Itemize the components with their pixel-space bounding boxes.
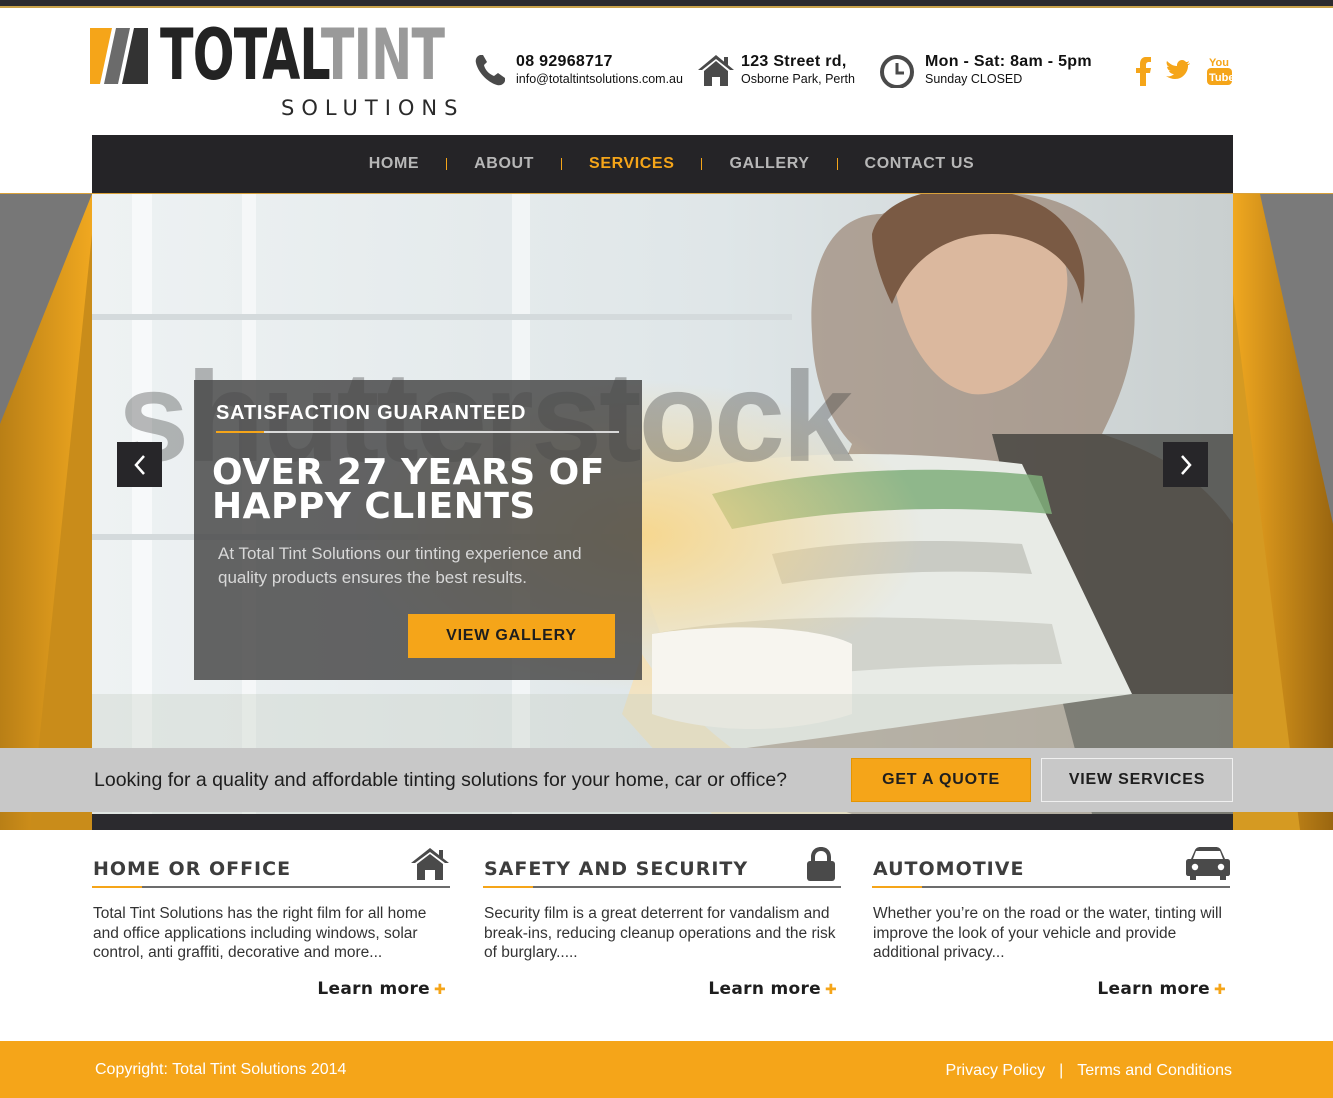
learn-more-link[interactable]: Learn more ✚: [317, 979, 446, 999]
contact-hours-line2: Sunday CLOSED: [925, 72, 1023, 86]
footer-copyright: Copyright: Total Tint Solutions 2014: [95, 1061, 347, 1078]
nav-item-gallery[interactable]: GALLERY: [729, 155, 809, 173]
service-title: HOME OR OFFICE: [93, 858, 292, 880]
nav-divider: [446, 158, 448, 170]
contact-hours-line1: Mon - Sat: 8am - 5pm: [925, 53, 1092, 70]
service-title: SAFETY AND SECURITY: [484, 858, 749, 880]
top-strip: [0, 0, 1333, 8]
service-card-home-office: HOME OR OFFICE Total Tint Solutions has …: [92, 846, 450, 1006]
cta-text: Looking for a quality and affordable tin…: [94, 769, 788, 791]
footer-links: Privacy Policy | Terms and Conditions: [946, 1062, 1232, 1080]
contact-email[interactable]: info@totaltintsolutions.com.au: [516, 72, 683, 86]
service-title: AUTOMOTIVE: [873, 858, 1025, 880]
home-icon: [698, 55, 734, 86]
hero-kicker-rule-accent: [216, 431, 264, 433]
brand-name-total: TOTAL: [160, 14, 322, 96]
contact-address-line1: 123 Street rd,: [741, 53, 847, 70]
slider-prev-button[interactable]: [117, 442, 162, 487]
twitter-icon[interactable]: [1163, 54, 1193, 88]
cta-bar: Looking for a quality and affordable tin…: [0, 748, 1333, 812]
learn-more-label: Learn more: [317, 979, 430, 999]
learn-more-label: Learn more: [708, 979, 821, 999]
learn-more-label: Learn more: [1097, 979, 1210, 999]
chevron-left-icon: [133, 454, 145, 475]
home-icon: [411, 848, 449, 880]
contact-hours-block: Mon - Sat: 8am - 5pm Sunday CLOSED: [879, 50, 1109, 94]
privacy-policy-link[interactable]: Privacy Policy: [946, 1062, 1046, 1080]
hero-kicker: SATISFACTION GUARANTEED: [216, 402, 527, 424]
lock-icon: [807, 847, 835, 881]
service-rule: [872, 886, 1230, 888]
terms-link[interactable]: Terms and Conditions: [1077, 1062, 1232, 1080]
brand-name: TOTALTINT: [160, 20, 445, 90]
youtube-text-top: You: [1209, 57, 1229, 69]
hero-kicker-rule: [216, 431, 619, 433]
logo-mark-icon: [90, 28, 148, 84]
nav-items: HOME ABOUT SERVICES GALLERY CONTACT US: [92, 135, 1233, 193]
service-description: Whether you’re on the road or the water,…: [873, 905, 1222, 962]
nav-item-contact[interactable]: CONTACT US: [865, 155, 975, 173]
hero-body: At Total Tint Solutions our tinting expe…: [218, 544, 582, 587]
service-rule: [92, 886, 450, 888]
service-rule-accent: [483, 886, 533, 888]
service-rule-accent: [92, 886, 142, 888]
nav-divider: [701, 158, 703, 170]
car-icon: [1186, 847, 1230, 880]
main-nav: HOME ABOUT SERVICES GALLERY CONTACT US: [92, 135, 1233, 193]
facebook-icon[interactable]: [1130, 54, 1160, 88]
footer: Copyright: Total Tint Solutions 2014 Pri…: [0, 1041, 1333, 1098]
service-card-automotive: AUTOMOTIVE Whether you’re on the road or…: [872, 846, 1230, 1006]
hero-caption: SATISFACTION GUARANTEED OVER 27 YEARS OF…: [194, 380, 642, 680]
view-gallery-button[interactable]: VIEW GALLERY: [408, 614, 615, 658]
nav-divider: [836, 158, 838, 170]
contact-address-block: 123 Street rd, Osborne Park, Perth: [694, 50, 869, 94]
get-quote-button[interactable]: GET A QUOTE: [851, 758, 1031, 802]
service-description: Total Tint Solutions has the right film …: [93, 905, 427, 962]
service-rule: [483, 886, 841, 888]
hero-title: OVER 27 YEARS OF HAPPY CLIENTS: [212, 452, 605, 527]
phone-icon: [475, 55, 505, 86]
contact-address-line2: Osborne Park, Perth: [741, 72, 855, 86]
nav-item-services[interactable]: SERVICES: [589, 155, 674, 173]
brand-logo[interactable]: TOTALTINT SOLUTIONS: [90, 20, 457, 122]
nav-divider: [561, 158, 563, 170]
youtube-text-bottom: Tube: [1209, 72, 1234, 84]
view-services-button[interactable]: VIEW SERVICES: [1041, 758, 1233, 802]
youtube-icon[interactable]: You Tube: [1205, 54, 1235, 88]
plus-icon: ✚: [433, 982, 446, 998]
chevron-right-icon: [1180, 454, 1192, 475]
service-rule-accent: [872, 886, 922, 888]
plus-icon: ✚: [824, 982, 837, 998]
nav-item-about[interactable]: ABOUT: [474, 155, 534, 173]
service-card-safety-security: SAFETY AND SECURITY Security film is a g…: [483, 846, 841, 1006]
plus-icon: ✚: [1213, 982, 1226, 998]
learn-more-link[interactable]: Learn more ✚: [708, 979, 837, 999]
service-description: Security film is a great deterrent for v…: [484, 905, 836, 962]
contact-phone[interactable]: 08 92968717: [516, 53, 613, 71]
hero-slider: shutterstock SATISFACTION GUARANTEED OVE…: [0, 194, 1333, 830]
clock-icon: [880, 55, 914, 88]
slider-next-button[interactable]: [1163, 442, 1208, 487]
nav-item-home[interactable]: HOME: [369, 155, 419, 173]
brand-name-tint: TINT: [320, 14, 445, 96]
contact-phone-block: 08 92968717 info@totaltintsolutions.com.…: [473, 50, 683, 94]
footer-separator: |: [1059, 1062, 1064, 1079]
learn-more-link[interactable]: Learn more ✚: [1097, 979, 1226, 999]
brand-subtitle: SOLUTIONS: [281, 96, 465, 120]
